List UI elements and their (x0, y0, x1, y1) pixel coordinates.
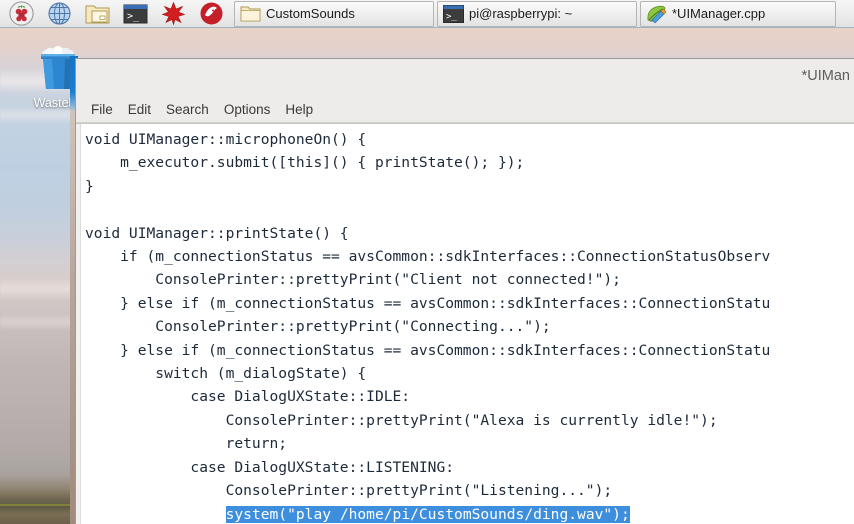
taskbar-window-customsounds[interactable]: CustomSounds (234, 0, 434, 27)
mathematica-icon (161, 2, 185, 25)
screen: Wasteba *UIMan File Edit Search Options … (0, 0, 854, 524)
taskbar-window-terminal[interactable]: >_ pi@raspberrypi: ~ (437, 0, 637, 27)
globe-icon (47, 2, 71, 25)
source-code-text[interactable]: void UIManager::microphoneOn() { m_execu… (85, 128, 854, 524)
terminal-button[interactable]: >_ (116, 1, 154, 27)
terminal-icon: >_ (123, 4, 147, 23)
menu-edit[interactable]: Edit (121, 100, 158, 119)
editor-body: void UIManager::microphoneOn() { m_execu… (76, 123, 854, 524)
folder-icon (240, 6, 261, 21)
mathematica-button[interactable] (154, 1, 192, 27)
terminal-icon: >_ (443, 4, 464, 23)
menu-search[interactable]: Search (159, 100, 216, 119)
web-browser-button[interactable] (40, 1, 78, 27)
taskbar-launchers: >_ (0, 1, 230, 27)
menubar: File Edit Search Options Help (76, 97, 854, 123)
taskbar-window-list: CustomSounds >_ pi@raspberrypi: ~ *UIMan… (230, 0, 854, 27)
menu-file[interactable]: File (84, 100, 120, 119)
taskbar-window-label: pi@raspberrypi: ~ (469, 6, 573, 21)
taskbar-window-uimanager[interactable]: *UIManager.cpp (640, 0, 836, 27)
svg-text:>_: >_ (446, 12, 457, 22)
taskbar: >_ CustomSounds >_ pi@raspberrypi: ~ *UI… (0, 0, 854, 28)
menu-help[interactable]: Help (278, 100, 320, 119)
code-editing-area[interactable]: void UIManager::microphoneOn() { m_execu… (81, 124, 854, 524)
taskbar-window-label: CustomSounds (266, 6, 355, 21)
svg-text:>_: >_ (127, 11, 140, 22)
window-titlebar[interactable]: *UIMan (76, 59, 854, 97)
raspberry-menu-icon (8, 1, 34, 26)
file-manager-button[interactable] (78, 1, 116, 27)
taskbar-window-label: *UIManager.cpp (672, 6, 766, 21)
wolfram-icon (200, 2, 222, 25)
menu-options[interactable]: Options (217, 100, 278, 119)
wolfram-button[interactable] (192, 1, 230, 27)
geany-icon (647, 5, 667, 23)
raspberry-menu-button[interactable] (2, 1, 40, 27)
file-manager-icon (85, 5, 109, 23)
geany-editor-window: *UIMan File Edit Search Options Help voi… (75, 58, 854, 524)
window-title: *UIMan (801, 68, 850, 84)
